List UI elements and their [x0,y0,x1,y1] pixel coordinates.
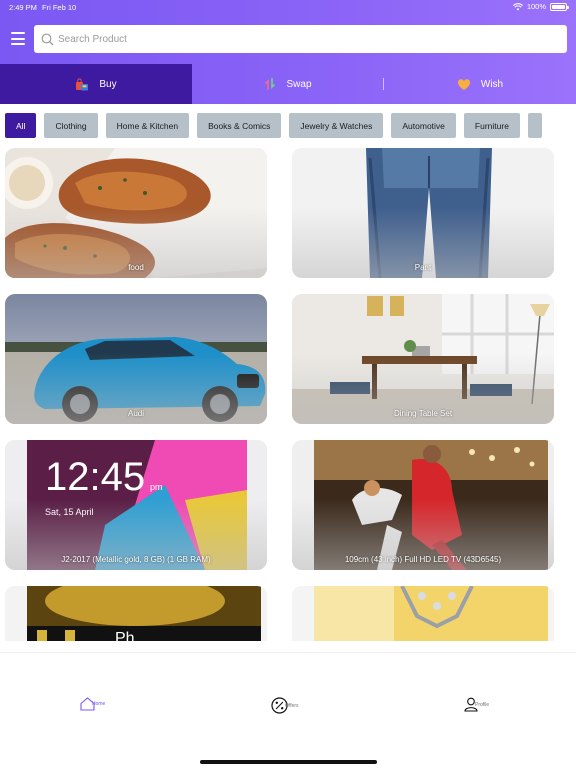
tab-buy-label: Buy [99,78,117,90]
status-date: Fri Feb 10 [42,3,77,12]
product-image-gold-item: Ph [5,586,267,641]
search-icon [41,33,54,45]
product-grid: food Pant Audi Dining Table Set 12:45 pm… [0,148,576,641]
battery-percent: 100% [526,2,546,11]
product-card[interactable]: Ph [5,586,267,641]
category-chip-clothing[interactable]: Clothing [44,113,98,138]
product-card[interactable] [292,586,554,641]
bottom-navigation: Home Offers Profile [0,652,576,768]
wifi-icon [512,2,523,10]
tab-wish[interactable]: Wish [384,64,576,104]
battery-icon [550,2,569,11]
search-input[interactable] [58,33,538,45]
category-chip-jewelry-watches[interactable]: Jewelry & Watches [289,113,384,138]
category-chip-home-kitchen[interactable]: Home & Kitchen [105,113,190,138]
nav-home[interactable]: Home [80,697,105,711]
category-chip-automotive[interactable]: Automotive [391,113,456,138]
product-title: Dining Table Set [393,409,453,418]
category-chips: All Clothing Home & Kitchen Books & Comi… [5,113,576,139]
status-right: 100% [512,2,569,11]
tab-buy[interactable]: Buy [0,64,192,104]
product-card[interactable]: 109cm (43 inch) Full HD LED TV (43D6545) [292,440,554,570]
nav-offers[interactable]: Offers [271,697,299,714]
svg-text:Ph: Ph [115,630,135,641]
status-time: 2:49 PM [9,3,37,12]
product-title: Pant [414,263,432,272]
nav-profile-label: Profile [475,701,490,708]
mode-tabs: Buy Swap Wish [0,64,576,104]
product-card[interactable]: Audi [5,294,267,424]
category-chip-all[interactable]: All [5,113,37,138]
category-chip-more[interactable] [527,113,542,138]
app-header: 2:49 PM Fri Feb 10 100% Buy Swap [0,0,576,104]
hamburger-menu-icon[interactable] [11,32,25,45]
nav-home-label: Home [92,701,106,707]
svg-text:12:45: 12:45 [45,455,145,499]
product-card[interactable]: food [5,148,267,278]
product-image-jewelry [292,586,554,641]
category-chip-books-comics[interactable]: Books & Comics [197,113,282,138]
svg-text:pm: pm [150,482,163,492]
product-card[interactable]: Dining Table Set [292,294,554,424]
product-title: 109cm (43 inch) Full HD LED TV (43D6545) [344,555,502,564]
category-chip-furniture[interactable]: Furniture [463,113,520,138]
tab-swap-label: Swap [286,78,312,90]
shopping-bags-icon [76,77,89,90]
nav-profile[interactable]: Profile [464,697,489,712]
product-card[interactable]: Pant [292,148,554,278]
tab-wish-label: Wish [480,78,504,90]
tab-swap[interactable]: Swap [192,64,384,104]
product-title: food [128,263,144,272]
swap-arrows-icon [265,78,276,90]
product-title: Audi [127,409,144,418]
heart-icon [457,78,470,90]
product-title: J2-2017 (Metallic gold, 8 GB) (1 GB RAM) [61,555,211,564]
home-indicator[interactable] [200,760,377,764]
product-card[interactable]: 12:45 pm Sat, 15 April J2-2017 (Metallic… [5,440,267,570]
search-bar [34,25,567,53]
status-bar: 2:49 PM Fri Feb 10 100% [0,0,576,14]
app-screen: 2:49 PM Fri Feb 10 100% Buy Swap [0,0,576,768]
nav-offers-label: Offers [285,702,299,709]
